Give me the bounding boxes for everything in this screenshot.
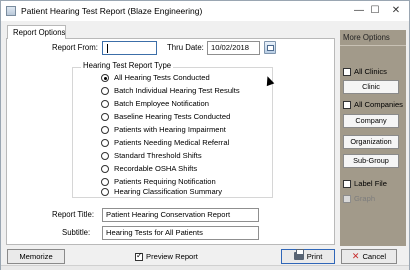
- report-title-label: Report Title:: [52, 210, 95, 219]
- graph-checkbox: [343, 195, 351, 203]
- report-title-field[interactable]: Patient Hearing Conservation Report: [102, 208, 259, 222]
- printer-icon: [293, 249, 304, 260]
- report-from-field[interactable]: [102, 41, 157, 55]
- radio-button[interactable]: [101, 165, 109, 173]
- clinic-button[interactable]: Clinic: [343, 80, 399, 94]
- report-dialog: Patient Hearing Test Report (Blaze Engin…: [0, 0, 410, 270]
- subtitle-label: Subtitle:: [62, 228, 91, 237]
- all-clinics-label: All Clinics: [354, 67, 387, 76]
- label-file-checkbox[interactable]: [343, 180, 351, 188]
- preview-report-label: Preview Report: [146, 252, 198, 261]
- all-companies-checkbox[interactable]: [343, 101, 351, 109]
- radio-button[interactable]: [101, 139, 109, 147]
- radio-button[interactable]: [101, 188, 109, 196]
- cancel-button-label: Cancel: [362, 252, 387, 261]
- radio-label: Baseline Hearing Tests Conducted: [114, 112, 231, 121]
- company-button[interactable]: Company: [343, 114, 399, 128]
- report-from-label: Report From:: [52, 43, 98, 52]
- cancel-button[interactable]: ✕ Cancel: [341, 249, 397, 264]
- more-options-divider: [340, 45, 406, 46]
- minimize-button[interactable]: —: [351, 3, 367, 18]
- preview-report-checkbox[interactable]: [135, 251, 143, 261]
- report-type-group-title: Hearing Test Report Type: [81, 61, 174, 70]
- radio-button[interactable]: [101, 74, 109, 82]
- close-button[interactable]: ✕: [385, 3, 407, 18]
- status-bar: [1, 265, 409, 270]
- app-icon: [6, 6, 16, 16]
- calendar-button[interactable]: [264, 41, 276, 54]
- radio-button[interactable]: [101, 100, 109, 108]
- label-file-label: Label File: [354, 179, 387, 188]
- print-button[interactable]: Print: [281, 249, 335, 264]
- radio-button[interactable]: [101, 126, 109, 134]
- radio-label: Hearing Classification Summary: [114, 187, 223, 196]
- sub-group-button[interactable]: Sub-Group: [343, 154, 399, 168]
- text-caret: [107, 44, 108, 53]
- subtitle-field[interactable]: Hearing Tests for All Patients: [102, 226, 259, 240]
- radio-button[interactable]: [101, 152, 109, 160]
- cancel-x-icon: ✕: [351, 250, 360, 261]
- radio-label: Patients Requiring Notification: [114, 177, 216, 186]
- radio-label: Batch Employee Notification: [114, 99, 209, 108]
- radio-button[interactable]: [101, 113, 109, 121]
- radio-label: Batch Individual Hearing Test Results: [114, 86, 240, 95]
- thru-date-field[interactable]: 10/02/2018: [207, 41, 260, 55]
- memorize-button[interactable]: Memorize: [7, 249, 65, 264]
- window-title: Patient Hearing Test Report (Blaze Engin…: [21, 6, 203, 16]
- radio-label: Standard Threshold Shifts: [114, 151, 202, 160]
- radio-label: Patients Needing Medical Referral: [114, 138, 230, 147]
- radio-label: Recordable OSHA Shifts: [114, 164, 198, 173]
- calendar-icon: [267, 45, 274, 51]
- organization-button[interactable]: Organization: [343, 135, 399, 149]
- radio-label: Patients with Hearing Impairment: [114, 125, 226, 134]
- radio-button[interactable]: [101, 178, 109, 186]
- all-clinics-checkbox[interactable]: [343, 68, 351, 76]
- title-bar: Patient Hearing Test Report (Blaze Engin…: [1, 1, 409, 21]
- radio-label: All Hearing Tests Conducted: [114, 73, 210, 82]
- print-button-label: Print: [306, 252, 323, 261]
- maximize-button[interactable]: ☐: [367, 3, 383, 18]
- radio-button[interactable]: [101, 87, 109, 95]
- tab-report-options[interactable]: Report Options: [7, 25, 66, 39]
- thru-date-label: Thru Date:: [167, 43, 204, 52]
- all-companies-label: All Companies: [354, 100, 403, 109]
- more-options-title: More Options: [343, 33, 390, 42]
- graph-label: Graph: [354, 194, 376, 203]
